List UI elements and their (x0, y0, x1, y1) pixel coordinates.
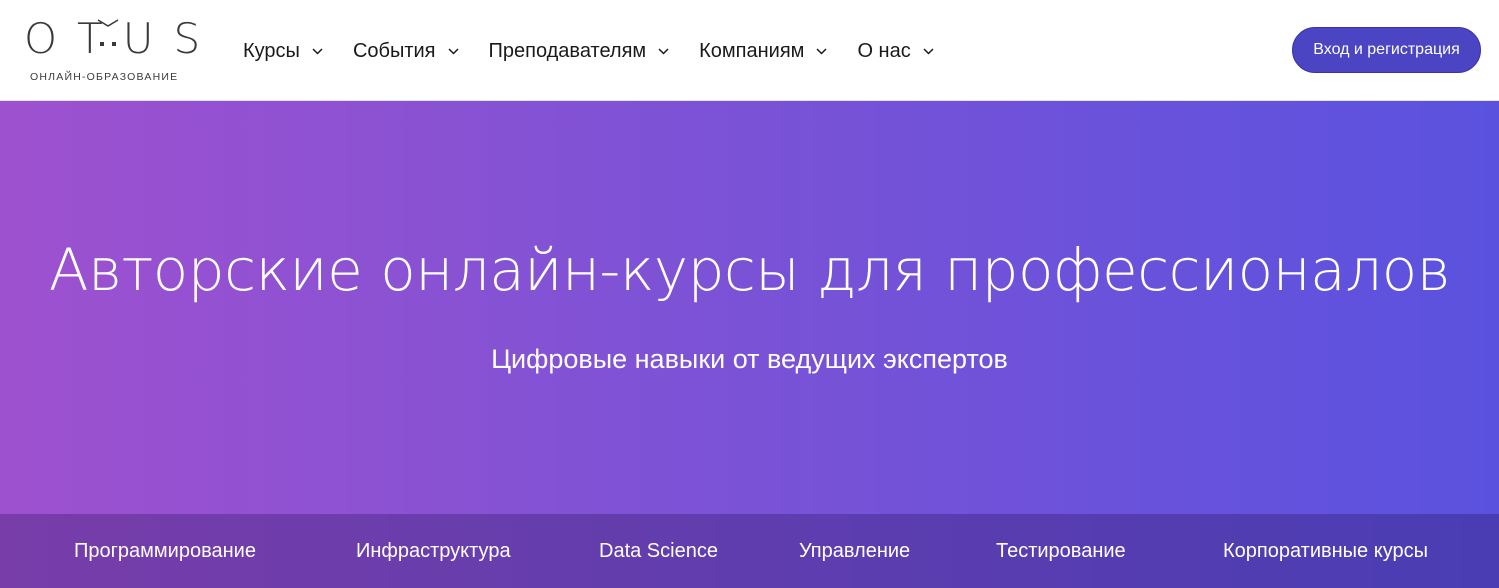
logo-subtitle: ОНЛАЙН-ОБРАЗОВАНИЕ (30, 71, 179, 83)
nav-item-label: Преподавателям (488, 39, 647, 62)
category-testing[interactable]: Тестирование (996, 540, 1126, 563)
hero-banner: Авторские онлайн-курсы для профессионало… (0, 101, 1499, 588)
login-register-button[interactable]: Вход и регистрация (1292, 27, 1481, 73)
site-header: OTUS ОНЛАЙН-ОБРАЗОВАНИЕ Курсы События Пр… (0, 0, 1499, 101)
nav-item-about[interactable]: О нас (857, 39, 934, 63)
category-management[interactable]: Управление (799, 540, 910, 563)
hero-subtitle: Цифровые навыки от ведущих экспертов (491, 344, 1008, 374)
nav-item-courses[interactable]: Курсы (243, 40, 323, 63)
chevron-down-icon (816, 47, 827, 55)
logo-wordmark: OTUS (24, 13, 221, 63)
chevron-down-icon (658, 47, 669, 55)
chevron-down-icon (312, 47, 323, 55)
nav-item-teachers[interactable]: Преподавателям (489, 40, 670, 63)
chevron-down-icon (447, 47, 459, 55)
category-corporate[interactable]: Корпоративные курсы (1223, 540, 1428, 563)
nav-item-events[interactable]: События (353, 40, 459, 63)
category-programming[interactable]: Программирование (74, 540, 256, 563)
otus-logo[interactable]: OTUS ОНЛАЙН-ОБРАЗОВАНИЕ (24, 14, 204, 86)
nav-item-label: Компаниям (699, 39, 805, 62)
logo-owl-eyes-icon (97, 19, 119, 46)
nav-item-companies[interactable]: Компаниям (699, 40, 827, 63)
category-data-science[interactable]: Data Science (599, 540, 718, 563)
nav-item-label: События (352, 39, 436, 62)
nav-item-label: Курсы (243, 39, 300, 62)
category-bar: Программирование Инфраструктура Data Sci… (0, 514, 1499, 588)
category-infrastructure[interactable]: Инфраструктура (356, 540, 511, 563)
nav-item-label: О нас (857, 39, 911, 62)
hero-title: Авторские онлайн-курсы для профессионало… (48, 236, 1451, 304)
chevron-down-icon (923, 47, 934, 55)
main-nav: Курсы События Преподавателям Компаниям О… (243, 33, 964, 69)
